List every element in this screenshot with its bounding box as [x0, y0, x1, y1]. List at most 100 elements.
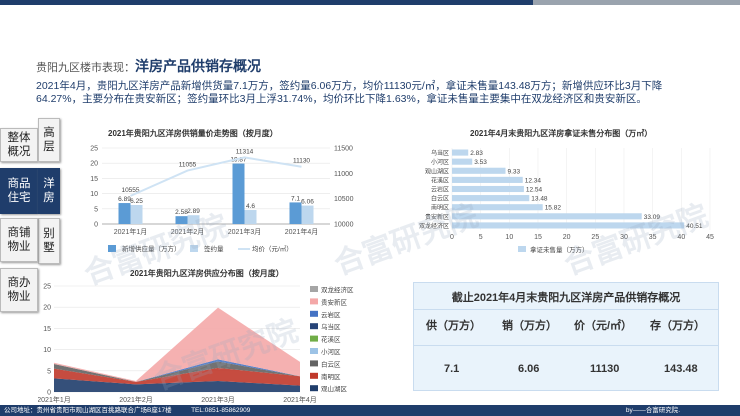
bar: [244, 210, 257, 224]
legend-label: 花溪区: [321, 335, 341, 344]
bar: [452, 213, 642, 220]
summary-value-stock: 143.48: [664, 363, 698, 375]
summary-value-sales: 6.06: [518, 363, 540, 375]
summary-header-price: 价（元/㎡）: [574, 320, 633, 332]
legend-swatch: [310, 323, 318, 330]
legend-swatch: [310, 360, 318, 367]
y-tick-label: 花溪区: [431, 176, 449, 184]
y2-tick-label: 11500: [334, 146, 353, 153]
x-tick-label: 0: [450, 234, 454, 241]
bar: [452, 149, 469, 156]
y-tick-label: 5: [94, 206, 98, 213]
bar-label: 12.34: [525, 177, 542, 184]
footer-credit: by——合富研究院.: [625, 407, 680, 414]
bar: [301, 205, 314, 224]
y-tick-label: 15: [43, 326, 51, 333]
legend-swatch: [310, 335, 318, 342]
legend-label: 均价（元/㎡）: [252, 244, 293, 253]
y-tick-label: 0: [47, 390, 51, 397]
bar: [289, 202, 302, 224]
chart2-title: 2021年4月末贵阳九区洋房拿证未售分布图（万㎡）: [470, 129, 653, 138]
legend-swatch: [310, 310, 318, 317]
x-tick-label: 2021年4月: [285, 227, 318, 236]
x-tick-label: 2021年3月: [228, 227, 261, 236]
y-tick-label: 5: [47, 368, 51, 375]
bar-label: 6.25: [130, 198, 143, 205]
bar-label: 2.89: [187, 208, 200, 215]
summary-title: 截止2021年4月末贵阳九区洋房产品供销存概况: [451, 292, 681, 304]
y-tick-label: 10: [43, 347, 51, 354]
top-bar: [0, 0, 740, 5]
bar-label: 13.48: [531, 196, 548, 203]
summary-value-supply: 7.1: [444, 363, 460, 375]
line-label: 11055: [179, 162, 197, 169]
legend-swatch: [310, 286, 318, 292]
bar-label: 6.06: [301, 199, 314, 206]
bar: [452, 195, 530, 202]
y-tick-label: 25: [43, 284, 51, 291]
legend-swatch: [310, 298, 318, 305]
nav-tab-office[interactable]: 商办物业: [0, 268, 38, 312]
bar-label: 12.54: [526, 187, 543, 194]
bar: [175, 216, 188, 224]
x-tick-label: 2021年2月: [119, 395, 152, 404]
nav-tab-villa[interactable]: 别墅: [38, 218, 60, 264]
y-tick-label: 云岩区: [431, 186, 449, 194]
y-tick-label: 0: [94, 222, 98, 229]
x-tick-label: 2021年3月: [201, 395, 234, 404]
legend-label: 云岩区: [321, 310, 341, 319]
x-tick-label: 15: [534, 234, 542, 241]
bar: [452, 176, 523, 183]
x-tick-label: 10: [505, 234, 513, 241]
bar-label: 4.6: [246, 203, 255, 210]
bar: [118, 203, 131, 224]
bar: [452, 222, 685, 229]
nav-tab-highrise[interactable]: 高层: [38, 118, 60, 162]
x-tick-label: 2021年2月: [171, 227, 204, 236]
footer-address: 公司地址：贵州省贵阳市观山湖区百挑路联合广场B座17楼 TEL:0851-858…: [4, 407, 251, 414]
title-main: 洋房产品供销存概况: [135, 58, 261, 74]
nav-tab-shops[interactable]: 商铺物业: [0, 218, 38, 262]
chart-supply-sales-price: 0510152025100001050011000115006.89 6.2510…: [90, 146, 354, 254]
legend-swatch: [108, 245, 116, 252]
y-tick-label: 25: [90, 146, 98, 153]
legend-label: 拿证未售量（万方）: [530, 245, 589, 254]
line-label: 11314: [236, 148, 254, 155]
chart-unsold-by-district: 0 5 10 15 20 25 30 35 40 45 2.83 乌当区 3.53 小河区 9.33 观山湖区…: [419, 148, 714, 254]
bar: [452, 158, 473, 165]
title-prefix: 贵阳九区楼市表现：: [36, 62, 135, 74]
nav-tab-garden-house[interactable]: 洋房: [38, 168, 60, 214]
nav-tab-residential[interactable]: 商品住宅: [0, 168, 38, 214]
x-tick-label: 40: [677, 234, 685, 241]
y2-tick-label: 10000: [334, 222, 354, 229]
x-tick-label: 2021年1月: [38, 395, 71, 404]
chart1-title: 2021年贵阳九区洋房供销量价走势图（按月度）: [108, 129, 278, 138]
legend-label: 乌当区: [321, 322, 341, 331]
summary-value-price: 11130: [590, 363, 620, 375]
summary-header-sales: 销（万方）: [502, 320, 557, 332]
legend-label: 白云区: [321, 359, 341, 368]
y2-tick-label: 10500: [334, 196, 354, 203]
legend-label: 签约量: [204, 244, 224, 253]
summary-header-stock: 存（万方）: [650, 320, 705, 332]
page-description: 2021年4月，贵阳九区洋房产品新增供货量7.1万方，签约量6.06万方，均价1…: [36, 80, 663, 105]
legend-label: 新增供应量（万方）: [122, 244, 181, 253]
chart-supply-distribution: 0 5 10 15 20 25 2021年1月 2021年2月 2021年3月 2021年4月 双龙…: [38, 284, 354, 405]
x-tick-label: 2021年4月: [283, 395, 316, 404]
page-title: 贵阳九区楼市表现：洋房产品供销存概况: [36, 56, 261, 76]
bar-label: 33.09: [644, 214, 661, 221]
bar-label: 7.1: [291, 195, 300, 202]
bar-label: 40.51: [686, 223, 703, 230]
x-tick-label: 2021年1月: [114, 227, 147, 236]
bar-label: 2.83: [470, 150, 483, 157]
y-tick-label: 白云区: [431, 195, 449, 203]
y-tick-label: 贵安新区: [425, 213, 449, 221]
bar-label: 3.53: [474, 159, 487, 166]
legend-swatch: [310, 348, 318, 354]
legend-swatch: [310, 385, 318, 392]
legend-label: 小河区: [321, 347, 341, 356]
chart3-title: 2021年贵阳九区洋房供应分布图（按月度）: [130, 269, 284, 278]
bar-label: 15.82: [545, 205, 562, 212]
nav-tab-overview[interactable]: 整体概况: [0, 128, 38, 162]
bar: [130, 205, 143, 224]
